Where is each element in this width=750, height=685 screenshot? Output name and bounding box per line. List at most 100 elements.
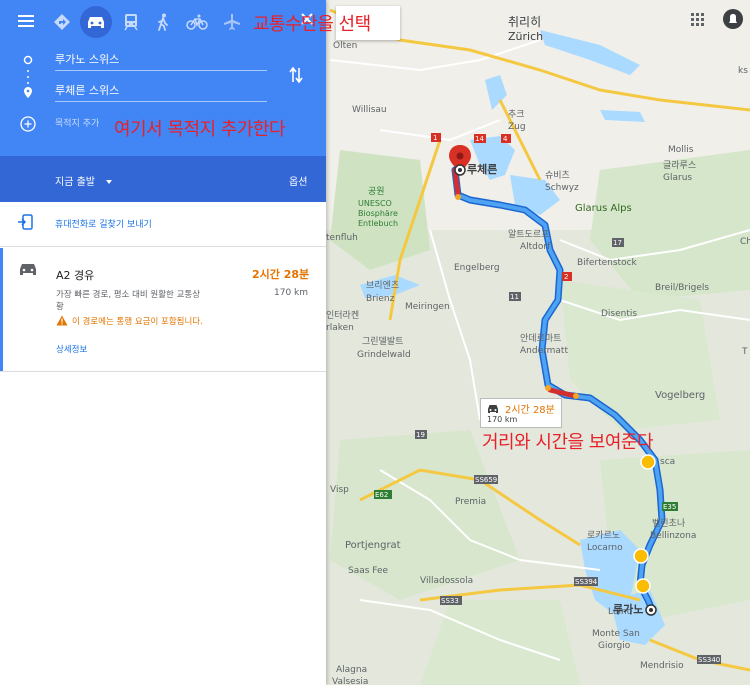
menu-icon[interactable] xyxy=(18,14,36,28)
car-icon xyxy=(20,264,36,275)
road-shield: 4 xyxy=(501,134,511,143)
destination-input[interactable]: 루체른 스위스 xyxy=(55,80,267,102)
route-details-link[interactable]: 상세정보 xyxy=(56,343,87,355)
add-destination-button[interactable]: 목적지 추가 xyxy=(55,116,99,129)
route-description: 가장 빠른 경로, 평소 대비 원활한 교통상 xyxy=(56,290,201,300)
road-shield: SS659 xyxy=(474,475,498,484)
svg-text:11: 11 xyxy=(510,293,519,301)
notifications-icon[interactable] xyxy=(723,9,743,29)
place-label: Saas Fee xyxy=(348,566,389,576)
directions-icon xyxy=(54,14,70,30)
route-distance: 170 km xyxy=(274,288,309,298)
place-label: Zürich xyxy=(508,30,543,43)
road-shield: 11 xyxy=(509,292,521,301)
place-label: Ch xyxy=(740,237,750,247)
road-shield: 1 xyxy=(431,133,441,142)
place-label: Alagna xyxy=(336,665,367,675)
svg-text:E35: E35 xyxy=(663,503,676,511)
place-label: Visp xyxy=(330,485,349,495)
mode-flight-button[interactable] xyxy=(218,8,246,36)
toll-marker[interactable] xyxy=(633,548,649,564)
origin-marker-icon[interactable] xyxy=(645,604,657,616)
origin-label: 루가노 xyxy=(613,602,643,616)
place-label: 공원 xyxy=(368,186,385,197)
route-option-card[interactable]: A2 경유 2시간 28분 가장 빠른 경로, 평소 대비 원활한 교통상 황 … xyxy=(0,248,326,371)
mode-walk-button[interactable] xyxy=(149,8,177,36)
destination-label: 루체른 xyxy=(467,162,497,176)
svg-text:E62: E62 xyxy=(375,491,388,499)
add-destination-icon[interactable] xyxy=(20,116,36,132)
options-button[interactable]: 옵션 xyxy=(289,173,307,188)
place-label: 추크 xyxy=(508,109,525,120)
place-label: Giorgio xyxy=(598,641,631,651)
bike-icon xyxy=(186,14,208,30)
road-shield: 17 xyxy=(612,238,624,247)
road-shield: 2 xyxy=(562,272,572,281)
place-label: 글라루스 xyxy=(663,160,696,171)
place-label: Glarus xyxy=(663,173,692,183)
svg-text:4: 4 xyxy=(503,135,508,143)
place-label: Grindelwald xyxy=(357,350,411,360)
mode-best-button[interactable] xyxy=(48,8,76,36)
place-label: Mendrisio xyxy=(640,661,684,671)
swap-icon[interactable] xyxy=(289,66,303,84)
annotation-add-destination: 여기서 목적지 추가한다 xyxy=(114,119,286,140)
mode-transit-button[interactable] xyxy=(117,8,145,36)
svg-text:19: 19 xyxy=(416,431,425,439)
route-title: A2 경유 xyxy=(56,269,95,282)
svg-text:14: 14 xyxy=(475,135,484,143)
chevron-down-icon xyxy=(106,180,113,184)
svg-text:SS659: SS659 xyxy=(475,476,497,484)
road-shield: SS340 xyxy=(697,655,721,664)
route-connector-icon xyxy=(23,55,33,98)
place-label: Breil/Brigels xyxy=(655,283,709,293)
annotation-distance-time: 거리와 시간을 보여준다 xyxy=(482,432,654,453)
road-shield: SS394 xyxy=(574,577,598,586)
place-label: Glarus Alps xyxy=(575,203,632,214)
send-to-phone-icon[interactable] xyxy=(17,214,33,230)
apps-grid-icon[interactable] xyxy=(691,13,704,26)
place-label: Monte San xyxy=(592,629,640,639)
place-label: 취리히 xyxy=(508,15,541,29)
departure-options-bar xyxy=(0,156,326,202)
place-label: Andermatt xyxy=(520,346,568,356)
train-icon xyxy=(124,14,138,31)
place-label: Bellinzona xyxy=(650,531,696,541)
callout-distance: 170 km xyxy=(487,415,518,424)
place-label: Schwyz xyxy=(545,183,579,193)
place-label: Villadossola xyxy=(420,576,473,586)
send-to-phone-link[interactable]: 휴대전화로 길찾기 보내기 xyxy=(55,217,152,230)
place-label: Vogelberg xyxy=(655,390,705,401)
place-label: 벨린초나 xyxy=(652,518,685,529)
depart-now-dropdown[interactable]: 지금 출발 xyxy=(55,173,113,188)
place-label: ks xyxy=(738,66,748,76)
origin-input[interactable]: 루가노 스위스 xyxy=(55,49,267,71)
plane-icon xyxy=(224,14,240,30)
toll-marker[interactable] xyxy=(640,454,656,470)
place-label: 브리엔츠 xyxy=(366,280,399,291)
toll-marker[interactable] xyxy=(635,578,651,594)
svg-text:1: 1 xyxy=(433,134,437,142)
place-label: rlaken xyxy=(326,323,354,333)
place-label: 알트도르프 xyxy=(508,229,549,240)
place-label: Portjengrat xyxy=(345,540,401,551)
car-icon xyxy=(488,405,498,413)
place-label: tenfluh xyxy=(326,233,358,243)
svg-text:2: 2 xyxy=(564,273,568,281)
divider xyxy=(0,371,326,372)
road-shield: E62 xyxy=(374,490,392,499)
place-label: Olten xyxy=(333,41,357,51)
place-label: Premia xyxy=(455,497,486,507)
mode-car-button[interactable] xyxy=(80,6,112,38)
walk-icon xyxy=(158,13,168,31)
place-label: Locarno xyxy=(587,543,623,553)
svg-text:SS394: SS394 xyxy=(575,578,598,586)
mode-bike-button[interactable] xyxy=(183,8,211,36)
road-shield: 19 xyxy=(415,430,427,439)
directions-panel: 루가노 스위스 루체른 스위스 목적지 추가 지금 출발 옵션 휴대전화로 길찾… xyxy=(0,0,326,685)
road-shield: E35 xyxy=(662,502,678,511)
place-label: 안데르마트 xyxy=(520,333,561,344)
route-duration-callout[interactable]: 2시간 28분 170 km xyxy=(480,398,562,428)
place-label: UNESCO xyxy=(358,199,392,208)
place-label: Willisau xyxy=(352,105,387,115)
